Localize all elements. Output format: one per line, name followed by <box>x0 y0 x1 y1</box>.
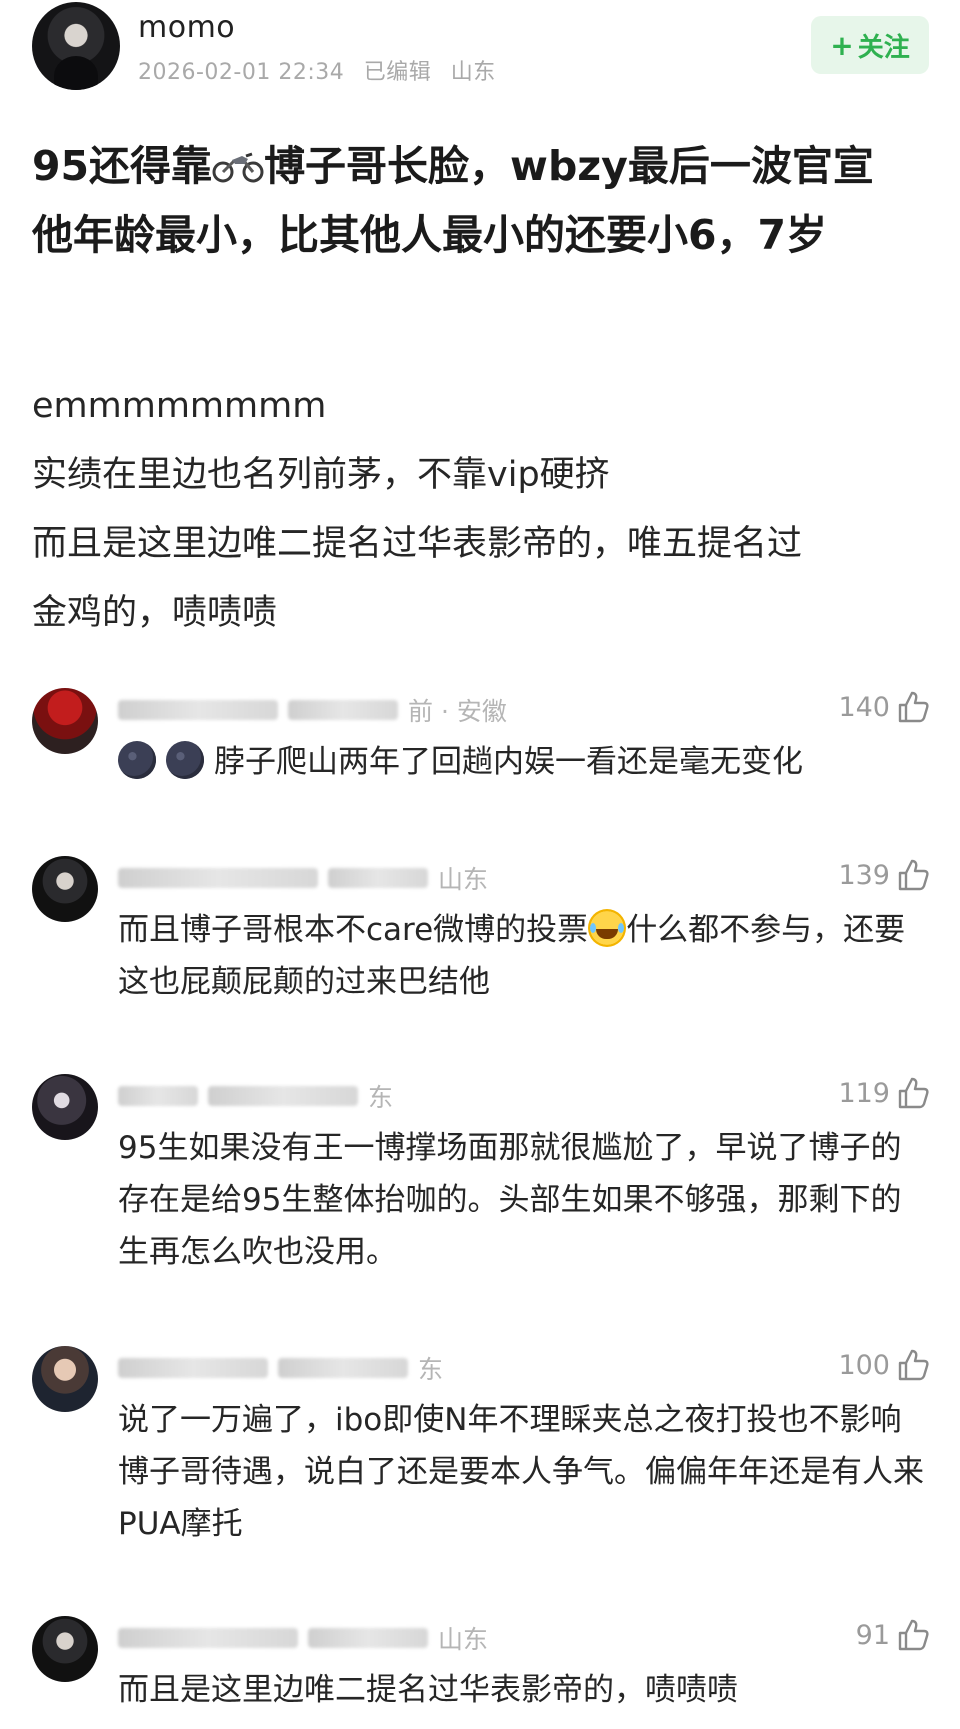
like-button[interactable]: 91 <box>856 1618 930 1652</box>
commenter-avatar[interactable] <box>32 856 98 922</box>
thumbs-up-icon <box>898 859 929 891</box>
follow-label: 关注 <box>857 32 910 63</box>
post-title-part1: 95还得靠 <box>32 142 213 190</box>
commenter-avatar[interactable] <box>32 1346 98 1412</box>
comment-meta: 东 <box>118 1350 443 1386</box>
like-count: 140 <box>838 691 890 723</box>
blurred-username <box>118 868 318 888</box>
commenter-avatar[interactable] <box>32 1074 98 1140</box>
thumbs-up-icon <box>898 1077 929 1109</box>
thumbs-up-icon <box>898 1619 929 1651</box>
like-button[interactable]: 140 <box>838 690 930 724</box>
comment-location: 东 <box>418 1355 444 1384</box>
like-count: 119 <box>838 1077 890 1109</box>
post-title: 95还得靠 博子哥长脸，wbzy最后一波官宣他年龄最小，比其他人最小的还要小6，… <box>32 132 912 270</box>
comment-location: 前 · 安徽 <box>408 697 507 726</box>
comment-meta: 东 <box>118 1078 393 1114</box>
post-location: 山东 <box>450 60 496 85</box>
like-count: 91 <box>855 1619 890 1651</box>
plus-icon: + <box>830 28 854 62</box>
like-count: 139 <box>838 859 890 891</box>
commenter-avatar[interactable] <box>32 1616 98 1682</box>
blurred-time <box>328 868 428 888</box>
like-button[interactable]: 139 <box>838 858 930 892</box>
comment-body-part1: 而且博子哥根本不care微博的投票 <box>118 912 589 948</box>
comment-text: 而且博子哥根本不care微博的投票 什么都不参与，还要这也屁颠屁颠的过来巴结他 <box>118 904 930 1008</box>
commenter-avatar[interactable] <box>32 688 98 754</box>
like-button[interactable]: 100 <box>838 1348 930 1382</box>
author-name[interactable]: momo <box>138 10 235 45</box>
blurred-username <box>118 1358 268 1378</box>
post-edited-tag: 已编辑 <box>363 60 432 85</box>
new-moon-face-icon <box>118 741 156 779</box>
author-avatar[interactable] <box>32 2 120 90</box>
like-button[interactable]: 119 <box>838 1076 930 1110</box>
comment-meta: 山东 <box>118 1620 488 1656</box>
thumbs-up-icon <box>898 691 929 723</box>
motorcycle-icon <box>212 152 264 183</box>
body-line: emmmmmmmm <box>32 386 327 426</box>
like-count: 100 <box>838 1349 890 1381</box>
comment-body: 脖子爬山两年了回趟内娱一看还是毫无变化 <box>214 744 803 780</box>
post-meta: 2026-02-01 22:34 已编辑 山东 <box>138 54 508 86</box>
body-line: 而且是这里边唯二提名过华表影帝的，唯五提名过 <box>32 524 803 564</box>
laugh-cry-icon <box>588 909 627 947</box>
blurred-time <box>308 1628 428 1648</box>
blurred-time <box>278 1358 408 1378</box>
post-body: emmmmmmmm 实绩在里边也名列前茅，不靠vip硬挤 而且是这里边唯二提名过… <box>32 372 912 648</box>
comment-location: 山东 <box>438 865 489 894</box>
comment-location: 东 <box>368 1083 394 1112</box>
blurred-time <box>288 700 398 720</box>
follow-button[interactable]: + 关注 <box>811 16 929 74</box>
blurred-time <box>208 1086 358 1106</box>
blurred-username <box>118 700 278 720</box>
comment-text: 脖子爬山两年了回趟内娱一看还是毫无变化 <box>118 736 930 788</box>
body-line: 实绩在里边也名列前茅，不靠vip硬挤 <box>32 455 610 495</box>
comment-meta: 山东 <box>118 860 488 896</box>
comment-text: 而且是这里边唯二提名过华表影帝的，啧啧啧 <box>118 1672 738 1708</box>
post-datetime: 2026-02-01 22:34 <box>138 60 345 85</box>
comment-text: 95生如果没有王一博撑场面那就很尴尬了，早说了博子的存在是给95生整体抬咖的。头… <box>118 1130 902 1270</box>
post-header: momo 2026-02-01 22:34 已编辑 山东 + 关注 <box>0 0 960 100</box>
body-line: 金鸡的，啧啧啧 <box>32 593 278 633</box>
comment-text: 说了一万遍了，ibo即使N年不理睬夹总之夜打投也不影响博子哥待遇，说白了还是要本… <box>118 1402 924 1542</box>
new-moon-face-icon <box>166 741 204 779</box>
blurred-username <box>118 1086 198 1106</box>
comment-location: 山东 <box>438 1625 489 1654</box>
blurred-username <box>118 1628 298 1648</box>
comment-meta: 前 · 安徽 <box>118 692 507 728</box>
thumbs-up-icon <box>898 1349 929 1381</box>
